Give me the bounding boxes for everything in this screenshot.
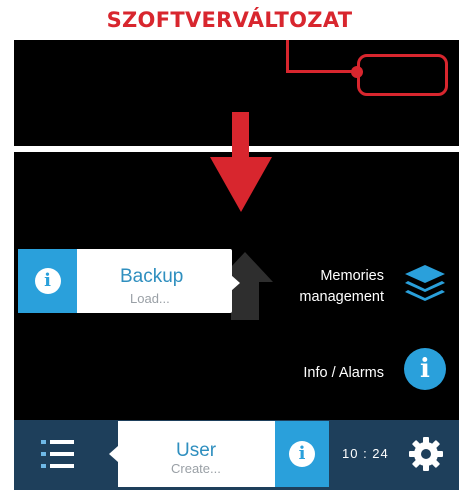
annotation-heading: SZOFTVERVÁLTOZAT: [106, 8, 353, 32]
popup-pointer: [109, 446, 118, 462]
callout-line: [286, 70, 358, 73]
down-arrow-head: [210, 157, 272, 212]
memories-label-line2: management: [299, 289, 384, 305]
clock: 10 : 24: [342, 446, 389, 461]
callout-line: [286, 40, 289, 72]
list-icon[interactable]: [40, 437, 76, 471]
memories-label-line1: Memories: [320, 268, 384, 284]
popup-pointer: [231, 275, 240, 291]
backup-info-tile[interactable]: i: [18, 249, 77, 313]
info-icon: i: [34, 268, 61, 294]
callout-box: [357, 54, 448, 96]
memories-management-label[interactable]: Memories management: [280, 266, 384, 308]
info-icon[interactable]: i: [404, 348, 446, 390]
user-subtitle: Create...: [171, 461, 221, 476]
layers-icon[interactable]: [404, 264, 446, 304]
user-title: User: [176, 440, 217, 461]
down-arrow: [232, 112, 249, 160]
gear-icon[interactable]: [408, 436, 444, 472]
info-alarms-label[interactable]: Info / Alarms: [280, 363, 384, 384]
backup-title: Backup: [120, 266, 184, 287]
backup-subtitle: Load...: [130, 291, 170, 306]
info-icon: i: [289, 441, 315, 467]
user-info-tile[interactable]: i: [275, 421, 329, 487]
